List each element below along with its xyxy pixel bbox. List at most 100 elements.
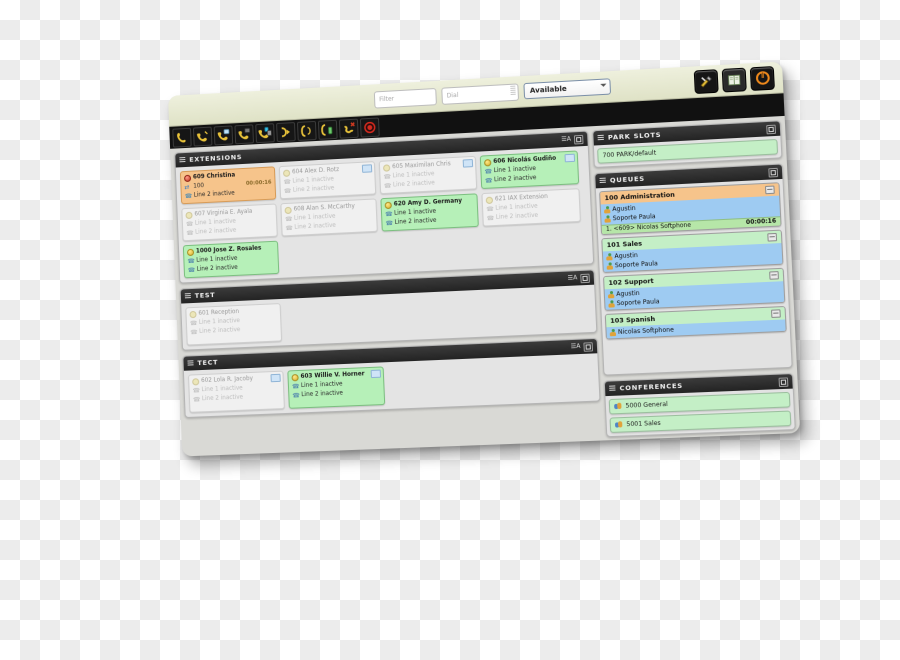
extension-card[interactable]: 1000 Jose Z. Rosales ☎ Line 1 inactive ☎ Lin… (183, 241, 279, 279)
extension-card[interactable]: 608 Alan S. McCarthy ☎ Line 1 inactive ☎ Lin… (280, 198, 377, 236)
app-body: EXTENSIONS ☰A 609 Christina ⇄ 100 00:00:16 ☎… (170, 116, 800, 457)
collapse-icon[interactable] (765, 186, 775, 195)
conference-icon[interactable] (297, 120, 317, 140)
park-call-icon[interactable] (234, 124, 254, 144)
filter-placeholder: Filter (379, 95, 394, 103)
panel-test-title: TEST (195, 291, 216, 300)
answer-call-icon[interactable] (193, 126, 213, 146)
attended-transfer-icon[interactable] (276, 122, 296, 142)
extensions-card-grid: 609 Christina ⇄ 100 00:00:16 ☎ Line 2 inactiv… (176, 146, 593, 283)
extension-line2: Line 2 inactive (294, 222, 336, 233)
queue-title: 100 Administration (604, 191, 675, 202)
phone-line-icon: ☎ (383, 173, 390, 180)
extension-status-icon (185, 212, 192, 219)
extension-card[interactable]: 606 Nicolás Gudiño ☎ Line 1 inactive ☎ Line … (480, 150, 579, 189)
agent-icon (607, 262, 614, 269)
call-icon[interactable] (172, 127, 191, 147)
extension-card[interactable]: 609 Christina ⇄ 100 00:00:16 ☎ Line 2 inactiv… (180, 166, 276, 204)
queue-item[interactable]: 102 Support Agustin Soporte Paula (603, 268, 785, 311)
voicemail-badge-icon[interactable] (270, 374, 280, 382)
record-icon[interactable] (360, 117, 380, 137)
queue-item[interactable]: 100 Administration Agustin Soporte Paula 1.… (599, 182, 782, 235)
queue-member-name: Nicolas Softphone (618, 325, 674, 337)
extension-card[interactable]: 604 Alex D. Rotz ☎ Line 1 inactive ☎ Line 2 … (279, 161, 376, 199)
queue-list: 100 Administration Agustin Soporte Paula 1.… (596, 182, 790, 340)
phone-line-icon: ☎ (285, 216, 292, 223)
voicemail-badge-icon[interactable] (564, 154, 575, 163)
extension-card[interactable]: 621 IAX Extension ☎ Line 1 inactive ☎ Line 2… (481, 188, 581, 226)
collapse-icon[interactable] (767, 233, 777, 242)
collapse-icon[interactable] (769, 271, 779, 280)
queue-item[interactable]: 103 Spanish Nicolas Softphone (605, 306, 787, 340)
filter-input[interactable]: Filter (374, 87, 437, 108)
extension-status-icon (285, 207, 292, 214)
phone-line-icon: ☎ (185, 193, 192, 200)
queue-call-label: 1. <609> Nicolas Softphone (606, 223, 691, 233)
extension-card[interactable]: 603 Willie V. Horner ☎ Line 1 inactive ☎ Lin… (287, 366, 385, 408)
phone-line-icon: ☎ (190, 329, 197, 336)
drag-grip-icon[interactable] (179, 157, 185, 163)
phone-line-icon: ☎ (186, 221, 193, 228)
drag-grip-icon[interactable] (185, 293, 191, 299)
extension-card[interactable]: 620 Amy D. Germany ☎ Line 1 inactive ☎ Line … (380, 193, 478, 231)
broadcast-icon[interactable]: ☰A (567, 275, 577, 282)
collapse-icon[interactable] (771, 309, 781, 318)
extension-line2: Line 2 inactive (496, 212, 539, 223)
extension-line2: Line 2 inactive (394, 217, 436, 228)
minimize-icon[interactable] (583, 342, 593, 352)
panel-park-slots-title: PARK SLOTS (608, 131, 662, 142)
conference-label: 5001 Sales (626, 420, 661, 429)
minimize-icon[interactable] (574, 134, 584, 144)
minimize-icon[interactable] (778, 377, 788, 387)
voicemail-badge-icon[interactable] (463, 159, 473, 168)
queue-member-name: Soporte Paula (615, 259, 658, 270)
windows-button[interactable] (722, 67, 747, 92)
voicemail-badge-icon[interactable] (371, 370, 381, 379)
extension-status-icon (291, 374, 298, 381)
pickup-call-icon[interactable] (318, 119, 338, 139)
tools-button[interactable] (694, 69, 719, 94)
phone-line-icon: ☎ (385, 211, 392, 218)
panel-queues-title: QUEUES (610, 175, 645, 185)
extension-line2: Line 2 inactive (202, 394, 244, 405)
panel-tect-title: TECT (197, 358, 218, 367)
phone-line-icon: ☎ (186, 230, 193, 237)
extension-card[interactable]: 607 Virginia E. Ayala ☎ Line 1 inactive ☎ Li… (181, 203, 277, 241)
extension-card[interactable]: 605 Maximilan Chris ☎ Line 1 inactive ☎ Line… (379, 156, 477, 194)
phone-line-icon: ☎ (190, 320, 197, 327)
panel-extensions-title: EXTENSIONS (189, 153, 242, 164)
hold-call-icon[interactable] (214, 125, 234, 145)
dial-placeholder: Dial (446, 91, 458, 99)
status-select[interactable]: Available (523, 78, 611, 99)
transfer-call-icon[interactable] (255, 123, 275, 143)
panel-extensions: EXTENSIONS ☰A 609 Christina ⇄ 100 00:00:16 ☎… (174, 131, 594, 284)
agent-icon (606, 253, 613, 260)
phone-line-icon: ☎ (193, 396, 200, 403)
drag-grip-icon[interactable] (609, 385, 615, 391)
conference-room[interactable]: 5001 Sales (610, 410, 792, 432)
drag-grip-icon[interactable] (598, 135, 604, 141)
agent-icon (610, 329, 617, 336)
drag-grip-icon[interactable] (187, 360, 193, 366)
queue-title: 102 Support (608, 277, 654, 286)
minimize-icon[interactable] (580, 273, 590, 283)
drag-grip-icon[interactable] (599, 178, 605, 184)
panel-conferences: CONFERENCES 5000 General 5001 Sales (604, 373, 796, 437)
window-buttons (694, 65, 777, 93)
call-timer: 00:00:16 (246, 179, 272, 189)
minimize-icon[interactable] (768, 167, 778, 177)
queue-item[interactable]: 101 Sales Agustin Soporte Paula (601, 230, 783, 273)
minimize-icon[interactable] (766, 124, 776, 134)
extension-card[interactable]: 601 Reception ☎ Line 1 inactive ☎ Line 2 ina… (185, 303, 282, 345)
hangup-call-icon[interactable] (339, 118, 359, 138)
phone-line-icon: ☎ (484, 168, 491, 175)
broadcast-icon[interactable]: ☰A (561, 137, 571, 144)
power-button[interactable] (750, 66, 775, 91)
voicemail-badge-icon[interactable] (362, 164, 372, 173)
panel-test: TEST ☰A 601 Reception ☎ Line 1 inactive ☎ Li… (180, 269, 598, 350)
panel-conferences-title: CONFERENCES (619, 382, 683, 393)
dial-input[interactable]: Dial (441, 83, 519, 104)
broadcast-icon[interactable]: ☰A (571, 344, 581, 351)
extension-card[interactable]: 602 Lola R. Jacoby ☎ Line 1 inactive ☎ Line … (188, 371, 285, 413)
phone-line-icon: ☎ (285, 225, 292, 232)
